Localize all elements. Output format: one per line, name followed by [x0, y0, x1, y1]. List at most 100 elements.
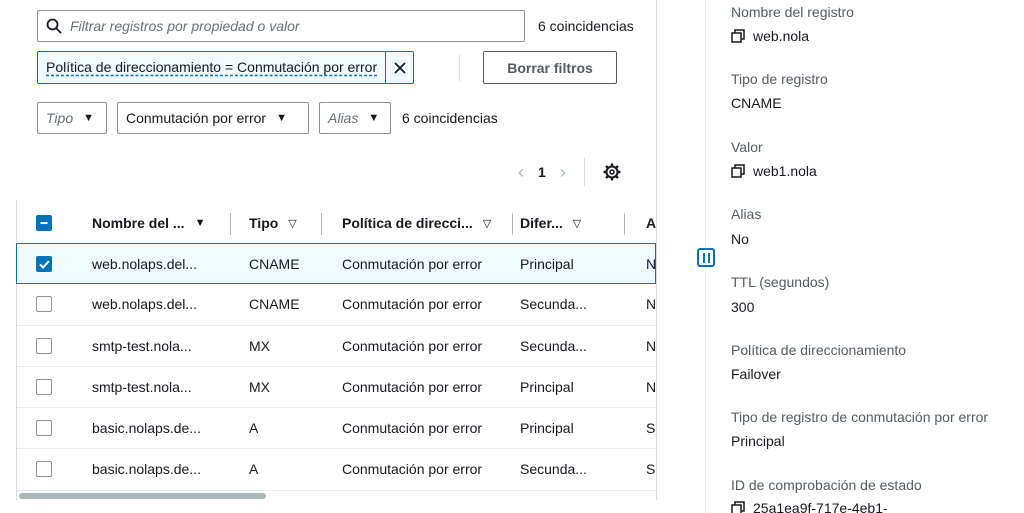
- column-header-differentiator[interactable]: Difer... ▽: [520, 203, 581, 243]
- filter-token[interactable]: Política de direccionamiento = Conmutaci…: [37, 51, 415, 84]
- failover-type-value: Principal: [731, 433, 785, 449]
- routing-policy-label: Política de direccionamiento: [731, 342, 907, 358]
- next-page-icon[interactable]: ›: [560, 162, 566, 183]
- alias-select[interactable]: Alias ▼: [319, 102, 391, 134]
- column-header-name[interactable]: Nombre del ... ▼: [92, 203, 205, 243]
- cell-routing: Conmutación por error: [342, 256, 483, 272]
- record-name-value: web.nola: [731, 28, 809, 44]
- row-checkbox[interactable]: [36, 379, 52, 395]
- value-label: Valor: [731, 139, 763, 155]
- row-checkbox[interactable]: [36, 296, 52, 312]
- previous-page-icon[interactable]: ‹: [518, 162, 524, 183]
- record-type-value: CNAME: [731, 95, 782, 111]
- cell-name: web.nolaps.del...: [92, 296, 198, 312]
- remove-filter-button[interactable]: [385, 52, 413, 83]
- routing-policy-select[interactable]: Conmutación por error ▼: [117, 102, 309, 134]
- search-input[interactable]: [70, 18, 510, 34]
- cell-differentiator: Principal: [520, 379, 574, 395]
- cell-differentiator: Principal: [520, 256, 574, 272]
- cell-routing: Conmutación por error: [342, 296, 483, 312]
- table-row[interactable]: basic.nolaps.de... A Conmutación por err…: [17, 407, 656, 448]
- cell-type: A: [249, 420, 259, 436]
- table-row[interactable]: web.nolaps.del... CNAME Conmutación por …: [17, 284, 656, 325]
- column-header-label: Nombre del ...: [92, 215, 185, 231]
- cell-name: basic.nolaps.de...: [92, 461, 201, 477]
- split-panel-resize-handle[interactable]: [697, 248, 715, 267]
- cell-alias: N: [646, 296, 656, 312]
- alias-value: No: [731, 231, 749, 247]
- column-resizer[interactable]: [624, 213, 625, 235]
- column-header-label: Difer...: [520, 215, 563, 231]
- routing-policy-value: Failover: [731, 366, 781, 382]
- current-page[interactable]: 1: [538, 164, 546, 180]
- row-checkbox[interactable]: [36, 420, 52, 436]
- caret-down-icon: ▼: [368, 112, 380, 124]
- type-select[interactable]: Tipo ▼: [37, 102, 107, 134]
- cell-type: CNAME: [249, 256, 300, 272]
- cell-type: MX: [249, 338, 270, 354]
- table-row[interactable]: web.nolaps.del... CNAME Conmutación por …: [16, 243, 656, 284]
- record-type-label: Tipo de registro: [731, 71, 828, 87]
- row-checkbox[interactable]: [36, 256, 52, 272]
- clear-filters-button[interactable]: Borrar filtros: [483, 51, 617, 84]
- scrollbar-thumb[interactable]: [19, 493, 266, 499]
- copy-icon[interactable]: [731, 501, 745, 513]
- table-row[interactable]: smtp-test.nola... MX Conmutación por err…: [17, 325, 656, 366]
- sort-icon: ▽: [572, 217, 582, 230]
- select-all-checkbox[interactable]: [36, 203, 52, 243]
- filter-token-label[interactable]: Política de direccionamiento = Conmutaci…: [38, 52, 385, 83]
- cell-name: smtp-test.nola...: [92, 338, 192, 354]
- divider: [583, 158, 585, 186]
- column-header-type[interactable]: Tipo ▽: [249, 203, 297, 243]
- health-check-text: 25a1ea9f-717e-4eb1-: [753, 500, 888, 513]
- cell-routing: Conmutación por error: [342, 420, 483, 436]
- column-header-routing[interactable]: Política de direcci... ▽: [342, 203, 491, 243]
- alias-label: Alias: [731, 206, 762, 222]
- record-name-label: Nombre del registro: [731, 4, 854, 20]
- copy-icon[interactable]: [731, 29, 745, 43]
- column-header-label: Política de direcci...: [342, 215, 473, 231]
- cell-name: web.nolaps.del...: [92, 256, 198, 272]
- matches-count: 6 coincidencias: [538, 18, 634, 34]
- column-header-alias[interactable]: A: [646, 203, 656, 243]
- caret-down-icon: ▼: [276, 112, 287, 124]
- caret-down-icon: ▼: [83, 112, 95, 124]
- cell-differentiator: Secunda...: [520, 296, 587, 312]
- settings-icon[interactable]: [603, 163, 621, 181]
- table-row[interactable]: smtp-test.nola... MX Conmutación por err…: [17, 366, 656, 407]
- search-icon: [46, 18, 62, 34]
- cell-alias: Sí: [646, 461, 656, 477]
- cell-differentiator: Secunda...: [520, 461, 587, 477]
- routing-policy-select-value: Conmutación por error: [126, 110, 267, 126]
- cell-name: basic.nolaps.de...: [92, 420, 201, 436]
- table-header: Nombre del ... ▼ Tipo ▽ Política de direcc…: [17, 203, 656, 243]
- search-field[interactable]: [37, 10, 525, 42]
- value-value: web1.nola: [731, 163, 817, 179]
- cell-routing: Conmutación por error: [342, 338, 483, 354]
- cell-type: CNAME: [249, 296, 300, 312]
- sort-icon: ▽: [288, 217, 297, 230]
- column-resizer[interactable]: [230, 213, 231, 235]
- alias-select-placeholder: Alias: [328, 110, 359, 126]
- record-name-text: web.nola: [753, 28, 810, 44]
- row-checkbox[interactable]: [36, 461, 52, 477]
- cell-alias: N: [646, 338, 656, 354]
- value-text: web1.nola: [753, 163, 817, 179]
- cell-routing: Conmutación por error: [342, 461, 483, 477]
- table-row[interactable]: basic.nolaps.de... A Conmutación por err…: [17, 448, 656, 489]
- column-resizer[interactable]: [321, 213, 322, 235]
- cell-routing: Conmutación por error: [342, 379, 483, 395]
- health-check-value: 25a1ea9f-717e-4eb1-: [731, 500, 888, 513]
- panel-border: [656, 0, 657, 500]
- checkbox-mixed[interactable]: [36, 215, 52, 231]
- cell-differentiator: Principal: [520, 420, 574, 436]
- close-icon: [393, 61, 406, 74]
- row-checkbox[interactable]: [36, 338, 52, 354]
- cell-type: MX: [249, 379, 270, 395]
- column-header-label: A: [646, 215, 657, 231]
- type-select-placeholder: Tipo: [46, 110, 74, 126]
- copy-icon[interactable]: [731, 164, 745, 178]
- column-resizer[interactable]: [512, 213, 513, 235]
- cell-name: smtp-test.nola...: [92, 379, 192, 395]
- divider: [459, 55, 460, 81]
